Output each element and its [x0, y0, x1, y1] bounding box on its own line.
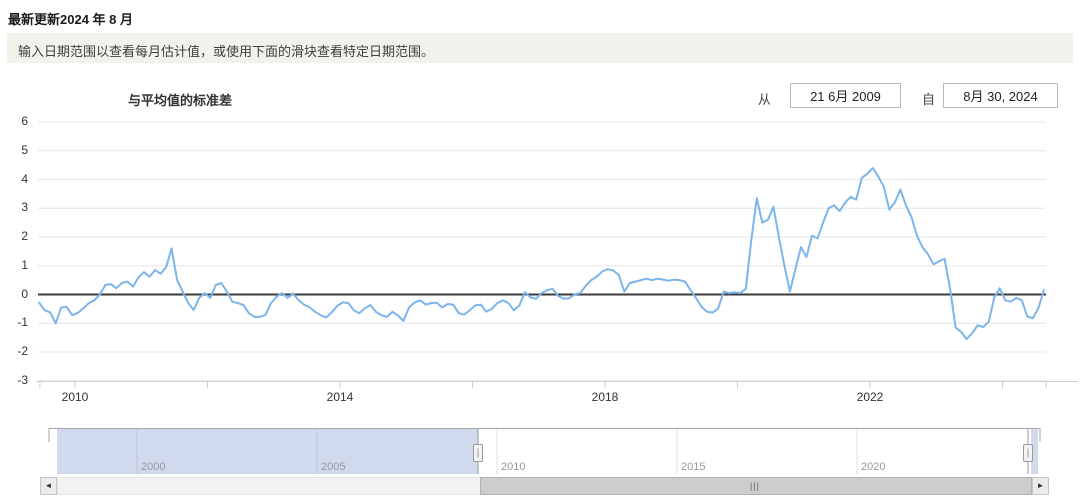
- scrollbar-right-arrow-icon[interactable]: ►: [1032, 477, 1049, 495]
- scrollbar-grip-icon: |||: [750, 481, 760, 491]
- y-axis-tick-label: 4: [0, 172, 28, 186]
- page: 最新更新2024 年 8 月 输入日期范围以查看每月估计值，或使用下面的滑块查看…: [0, 0, 1080, 504]
- y-axis-tick-label: 3: [0, 200, 28, 214]
- scrollbar-thumb[interactable]: |||: [480, 477, 1032, 495]
- scrollbar[interactable]: ◄ ||| ►: [40, 477, 1049, 495]
- y-axis-tick-label: 0: [0, 287, 28, 301]
- chart-plot: [0, 0, 1080, 504]
- navigator-year-label: 2000: [141, 461, 165, 473]
- y-axis-tick-label: 6: [0, 114, 28, 128]
- x-axis-tick-label: 2022: [840, 390, 900, 404]
- navigator-year-label: 2020: [861, 461, 885, 473]
- navigator-mask-left[interactable]: [57, 429, 478, 474]
- y-axis-tick-label: 1: [0, 258, 28, 272]
- scrollbar-left-arrow-icon[interactable]: ◄: [40, 477, 57, 495]
- navigator-year-label: 2010: [501, 461, 525, 473]
- x-axis-tick-label: 2014: [310, 390, 370, 404]
- y-axis-tick-label: 2: [0, 229, 28, 243]
- x-axis-tick-label: 2018: [575, 390, 635, 404]
- y-axis-tick-label: 5: [0, 143, 28, 157]
- navigator-year-label: 2005: [321, 461, 345, 473]
- series-line: [39, 168, 1044, 339]
- y-axis-tick-label: -2: [0, 344, 28, 358]
- navigator-year-label: 2015: [681, 461, 705, 473]
- y-axis-tick-label: -1: [0, 315, 28, 329]
- y-axis-tick-label: -3: [0, 373, 28, 387]
- x-axis-tick-label: 2010: [45, 390, 105, 404]
